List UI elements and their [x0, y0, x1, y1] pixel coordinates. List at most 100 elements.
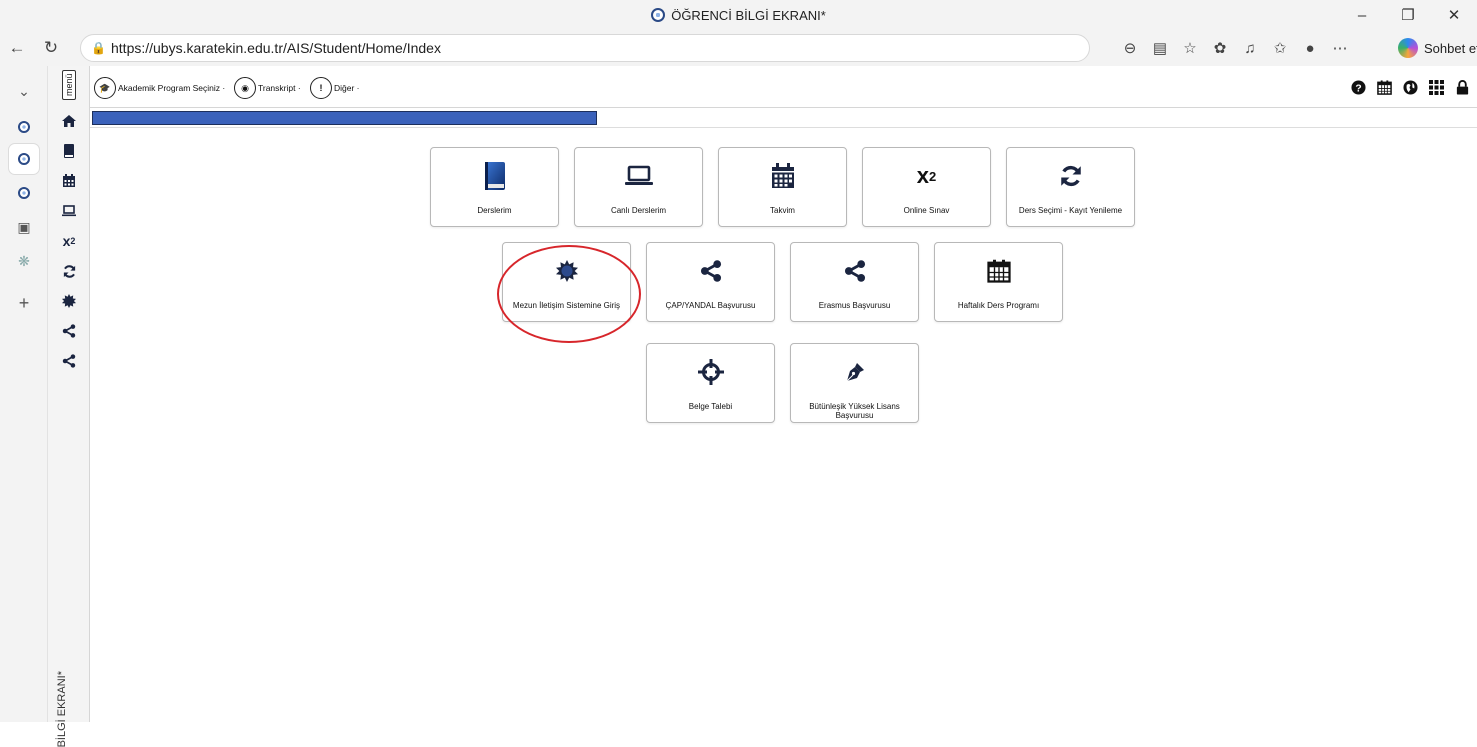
- calendar-icon: [771, 162, 795, 190]
- window-title: ÖĞRENCİ BİLGİ EKRANI*: [671, 7, 826, 23]
- tile-label: Canlı Derslerim: [610, 206, 667, 215]
- calendar-app-icon: ▣: [17, 218, 31, 235]
- tile-label: Belge Talebi: [688, 402, 733, 411]
- university-logo-icon: [18, 153, 30, 165]
- tile-label: Haftalık Ders Programı: [957, 301, 1040, 310]
- academic-program-dropdown[interactable]: 🎓 Akademik Program Seçiniz ·: [94, 77, 225, 99]
- zoom-icon[interactable]: ⊖: [1115, 30, 1145, 66]
- copilot-button[interactable]: Sohbet et: [1398, 34, 1477, 62]
- laptop-icon[interactable]: [54, 198, 84, 224]
- favorite-star-icon[interactable]: ☆: [1175, 30, 1205, 66]
- other-dropdown[interactable]: ! Diğer ·: [310, 77, 360, 99]
- graduation-cap-icon: 🎓: [94, 77, 116, 99]
- superscript-icon: x2: [916, 163, 937, 188]
- back-icon[interactable]: ←: [0, 30, 34, 66]
- tile-butunlesik-yl[interactable]: Bütünleşik Yüksek Lisans Başvurusu: [790, 343, 919, 423]
- certificate-icon[interactable]: [54, 288, 84, 314]
- app-side-menu: menü x2 BİLGİ EKRANI*: [48, 66, 90, 747]
- university-logo-icon: [18, 121, 30, 133]
- tab-item-3[interactable]: [9, 178, 39, 208]
- url-field[interactable]: 🔒 https://ubys.karatekin.edu.tr/AIS/Stud…: [80, 34, 1090, 62]
- laptop-icon: [624, 162, 654, 190]
- calendar-icon[interactable]: [54, 168, 84, 194]
- profile-icon[interactable]: ●: [1295, 30, 1325, 66]
- home-icon[interactable]: [54, 108, 84, 134]
- tile-canli-derslerim[interactable]: Canlı Derslerim: [574, 147, 703, 227]
- tile-label: ÇAP/YANDAL Başvurusu: [665, 301, 756, 310]
- tile-label: Takvim: [770, 206, 795, 215]
- browser-toolbar: ⊖ ▤ ☆ ✿ ♫ ✩ ● ⋯: [1115, 30, 1355, 66]
- tile-label: Erasmus Başvurusu: [818, 301, 891, 310]
- tab-item-1[interactable]: [9, 112, 39, 142]
- share-icon: [700, 257, 722, 285]
- transcript-dropdown[interactable]: ◉ Transkript ·: [234, 77, 301, 99]
- tab-item-5[interactable]: ❋: [9, 246, 39, 276]
- svg-text:?: ?: [1355, 83, 1361, 94]
- apps-grid-icon[interactable]: [1427, 78, 1445, 96]
- tile-label: Mezun İletişim Sistemine Giriş: [512, 301, 621, 310]
- calendar-grid-icon: [986, 257, 1011, 285]
- tile-erasmus[interactable]: Erasmus Başvurusu: [790, 242, 919, 322]
- burst-icon: ❋: [18, 252, 30, 269]
- pen-nib-icon: [843, 358, 867, 386]
- calendar-icon[interactable]: [1375, 78, 1393, 96]
- copilot-label: Sohbet et: [1424, 40, 1477, 56]
- share-icon[interactable]: [54, 348, 84, 374]
- lock-icon[interactable]: [1453, 78, 1471, 96]
- other-label: Diğer ·: [334, 83, 360, 93]
- toolbar-right-icons: ?: [1349, 78, 1471, 96]
- url-text: https://ubys.karatekin.edu.tr/AIS/Studen…: [111, 40, 441, 56]
- browser-tab-rail: ⌄ ▣ ❋ +: [0, 66, 48, 722]
- progress-strip: [90, 108, 1477, 128]
- book-icon[interactable]: [54, 138, 84, 164]
- lock-icon: 🔒: [91, 41, 106, 55]
- globe-icon[interactable]: [1401, 78, 1419, 96]
- menu-toggle[interactable]: menü: [62, 70, 76, 100]
- restore-icon[interactable]: ❐: [1385, 0, 1431, 30]
- tile-online-sinav[interactable]: x2 Online Sınav: [862, 147, 991, 227]
- extensions-icon[interactable]: ✿: [1205, 30, 1235, 66]
- copilot-icon: [1398, 38, 1418, 58]
- crosshairs-icon: [697, 358, 724, 386]
- media-icon[interactable]: ♫: [1235, 30, 1265, 66]
- tile-ders-secimi[interactable]: Ders Seçimi - Kayıt Yenileme: [1006, 147, 1135, 227]
- eye-icon: ◉: [234, 77, 256, 99]
- tile-label: Derslerim: [477, 206, 512, 215]
- university-logo-icon: [18, 187, 30, 199]
- tile-cap-yandal[interactable]: ÇAP/YANDAL Başvurusu: [646, 242, 775, 322]
- help-icon[interactable]: ?: [1349, 78, 1367, 96]
- book-icon: [484, 162, 506, 190]
- app-toolbar: 🎓 Akademik Program Seçiniz · ◉ Transkrip…: [90, 66, 1477, 108]
- tab-item-4[interactable]: ▣: [9, 212, 39, 242]
- transcript-label: Transkript ·: [258, 83, 301, 93]
- reload-icon[interactable]: ↻: [34, 30, 68, 66]
- window-controls: – ❐ ✕: [1339, 0, 1477, 30]
- vertical-page-title: BİLGİ EKRANI*: [56, 671, 68, 747]
- certificate-icon: [555, 257, 578, 285]
- new-tab-plus-icon[interactable]: +: [9, 288, 39, 318]
- refresh-icon: [1059, 162, 1083, 190]
- tab-item-2-active[interactable]: [9, 144, 39, 174]
- tile-haftalik-program[interactable]: Haftalık Ders Programı: [934, 242, 1063, 322]
- tile-takvim[interactable]: Takvim: [718, 147, 847, 227]
- minimize-icon[interactable]: –: [1339, 0, 1385, 30]
- academic-program-label: Akademik Program Seçiniz ·: [118, 83, 226, 93]
- refresh-icon[interactable]: [54, 258, 84, 284]
- tab-collapse-chevron-icon[interactable]: ⌄: [9, 76, 39, 106]
- tile-belge-talebi[interactable]: Belge Talebi: [646, 343, 775, 423]
- loading-progress-bar: [92, 111, 597, 125]
- university-logo-icon: [651, 8, 666, 22]
- tile-label: Bütünleşik Yüksek Lisans Başvurusu: [809, 402, 900, 420]
- more-icon[interactable]: ⋯: [1325, 30, 1355, 66]
- window-title-group: ÖĞRENCİ BİLGİ EKRANI*: [651, 8, 826, 23]
- tile-label: Online Sınav: [903, 206, 950, 215]
- share-icon[interactable]: [54, 318, 84, 344]
- exclamation-icon: !: [310, 77, 332, 99]
- reader-icon[interactable]: ▤: [1145, 30, 1175, 66]
- superscript-icon[interactable]: x2: [54, 228, 84, 254]
- close-icon[interactable]: ✕: [1431, 0, 1477, 30]
- tile-derslerim[interactable]: Derslerim: [430, 147, 559, 227]
- favorites-icon[interactable]: ✩: [1265, 30, 1295, 66]
- tile-mezun-iletisim[interactable]: Mezun İletişim Sistemine Giriş: [502, 242, 631, 322]
- address-bar: ← ↻ 🔒 https://ubys.karatekin.edu.tr/AIS/…: [0, 30, 1477, 66]
